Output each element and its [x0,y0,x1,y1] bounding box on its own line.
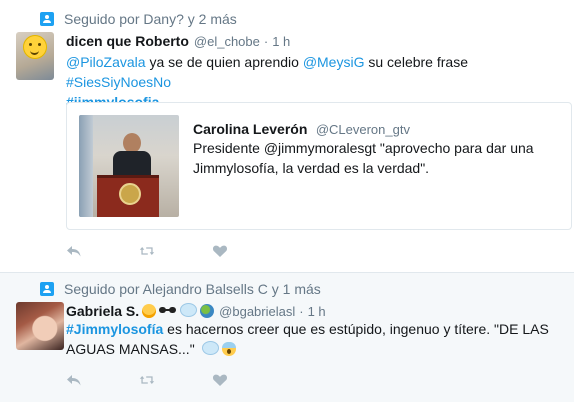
avatar[interactable] [16,32,54,80]
quoted-tweet-image[interactable] [79,115,179,217]
tweet-actions [66,243,285,259]
mention-link[interactable]: @MeysiG [303,54,365,70]
reply-icon[interactable] [66,372,82,388]
author-handle[interactable]: @bgabrielasl [219,304,295,319]
image-speaker-head [123,133,141,153]
avatar[interactable] [16,302,64,350]
quoted-author-name[interactable]: Carolina Leverón [193,121,307,137]
author-name[interactable]: Gabriela S. [66,303,139,319]
reply-icon[interactable] [66,243,82,259]
separator-dot: · [299,304,304,319]
person-follow-icon [40,12,54,26]
mention-link[interactable]: @PiloZavala [66,54,146,70]
retweet-icon[interactable] [139,372,155,388]
speech-bubble-emoji-icon [180,303,198,317]
image-seal [119,183,141,205]
tweet-header: Gabriela S. @bgabrielasl · 1 h [66,302,326,319]
social-context: Seguido por Alejandro Balsells C y 1 más [40,281,321,297]
quoted-tweet-text: Presidente @jimmymoralesgt "aprovecho pa… [193,140,534,176]
thought-bubble-emoji-icon [201,341,219,355]
tweet-header: dicen que Roberto @el_chobe · 1 h [66,33,290,49]
quoted-tweet[interactable]: Carolina Leverón @CLeveron_gtv President… [66,102,572,230]
separator-dot: · [263,34,269,49]
hashtag-link[interactable]: #SiesSiyNoesNo [66,74,171,90]
quoted-author-handle[interactable]: @CLeveron_gtv [316,122,410,137]
smiley-face-icon [23,35,47,59]
person-follow-icon [40,282,54,296]
hashtag-link[interactable]: #Jimmylosofía [66,321,163,337]
author-handle[interactable]: @el_chobe [194,34,260,49]
tweet-actions [66,372,285,388]
social-context-text: Seguido por Dany? y 2 más [64,11,237,27]
image-curtain [79,115,93,217]
tweet-text: #Jimmylosofía es hacernos creer que es e… [66,319,561,359]
author-name[interactable]: dicen que Roberto [66,33,189,49]
tweet-text-segment: ya se de quien aprendio [145,54,303,70]
tweet[interactable]: Seguido por Alejandro Balsells C y 1 más… [0,272,574,402]
heart-icon[interactable] [212,372,228,388]
quoted-tweet-header: Carolina Leverón @CLeveron_gtv [193,121,410,139]
girl-emoji-icon [142,304,157,318]
social-context-text: Seguido por Alejandro Balsells C y 1 más [64,281,321,297]
tweet[interactable]: Seguido por Dany? y 2 más dicen que Robe… [0,0,574,272]
globe-emoji-icon [200,304,215,318]
sunglasses-emoji-icon [159,304,177,318]
avatar-photo [16,302,64,350]
scream-emoji-icon [221,342,236,356]
tweet-text-segment: su celebre frase [364,54,468,70]
tweet-timestamp[interactable]: 1 h [308,304,326,319]
tweet-timestamp[interactable]: 1 h [272,34,290,49]
retweet-icon[interactable] [139,243,155,259]
heart-icon[interactable] [212,243,228,259]
social-context: Seguido por Dany? y 2 más [40,11,237,27]
